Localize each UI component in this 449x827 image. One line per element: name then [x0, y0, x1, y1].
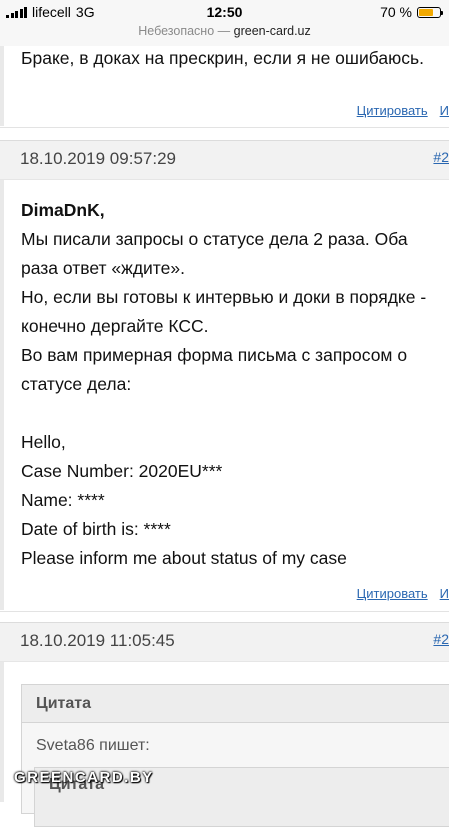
- security-label: Небезопасно —: [138, 24, 231, 38]
- previous-post-text: Браке, в доках на прескрин, если я не ош…: [21, 48, 424, 68]
- quote-author: Sveta86 пишет:: [36, 737, 150, 754]
- status-bar: lifecell 3G 12:50 70 %: [0, 0, 449, 26]
- post-line: Но, если вы готовы к интервью и доки в п…: [21, 287, 427, 307]
- post-header: 18.10.2019 11:05:45 #2: [0, 622, 449, 662]
- post-left-border: [0, 180, 4, 610]
- quote-block: Цитата Sveta86 пишет: Цитата: [21, 684, 449, 827]
- post-actions: Цитировать И: [357, 586, 449, 601]
- more-link[interactable]: И: [440, 103, 449, 118]
- quote-link[interactable]: Цитировать: [357, 586, 428, 601]
- post-header: 18.10.2019 09:57:29 #2: [0, 140, 449, 180]
- post-line: Name: ****: [21, 490, 105, 510]
- post-line: Hello,: [21, 432, 66, 452]
- battery-percent: 70 %: [380, 4, 412, 20]
- url-host: green-card.uz: [233, 24, 311, 38]
- post-line: Мы писали запросы о статусе дела 2 раза.…: [21, 229, 408, 249]
- post-divider: [0, 127, 449, 128]
- post-body: DimaDnK, Мы писали запросы о статусе дел…: [21, 196, 449, 573]
- post-divider: [0, 611, 449, 612]
- post-line: Во вам примерная форма письма с запросом…: [21, 345, 408, 365]
- post-left-border: [0, 46, 4, 126]
- quote-title: Цитата: [22, 685, 449, 723]
- address-bar[interactable]: Небезопасно — green-card.uz: [0, 24, 449, 46]
- post-line: Date of birth is: ****: [21, 519, 171, 539]
- quote-link[interactable]: Цитировать: [357, 103, 428, 118]
- watermark-logo: GREENCARD.BY: [14, 769, 154, 786]
- post-line: Case Number: 2020EU***: [21, 461, 223, 481]
- post-line: статусе дела:: [21, 374, 132, 394]
- post-left-border: [0, 662, 4, 802]
- post-line: раза ответ «ждите».: [21, 258, 185, 278]
- post-number-link[interactable]: #2: [433, 149, 449, 165]
- post-line: [21, 399, 449, 428]
- post-date: 18.10.2019 09:57:29: [20, 149, 176, 168]
- post-line: конечно дергайте КСС.: [21, 316, 209, 336]
- post-author[interactable]: DimaDnK,: [21, 196, 449, 225]
- post-number-link[interactable]: #2: [433, 631, 449, 647]
- battery-fill: [419, 8, 433, 16]
- status-right: 70 %: [380, 4, 443, 20]
- post-date: 18.10.2019 11:05:45: [20, 631, 175, 650]
- more-link[interactable]: И: [440, 586, 449, 601]
- battery-icon: [417, 6, 443, 18]
- post-line: Please inform me about status of my case: [21, 548, 347, 568]
- previous-post-actions: Цитировать И: [357, 103, 449, 118]
